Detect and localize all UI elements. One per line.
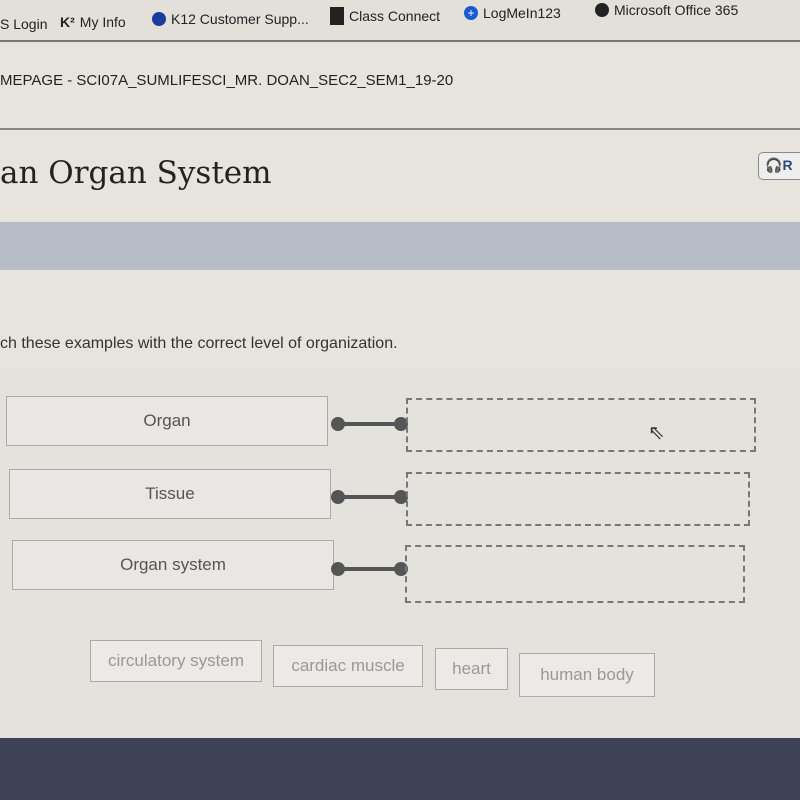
salesforce-cloud-icon xyxy=(152,12,166,26)
plus-circle-icon: + xyxy=(464,6,478,20)
drag-tile-human-body[interactable]: human body xyxy=(519,653,655,697)
drop-zone-organ[interactable] xyxy=(406,398,756,452)
instructions: ch these examples with the correct level… xyxy=(0,335,398,352)
read-aloud-button[interactable]: 🎧R xyxy=(758,152,800,180)
drag-tile-circulatory-system[interactable]: circulatory system xyxy=(90,640,262,682)
target-label-organ-system: Organ system xyxy=(12,540,334,590)
bookmark-label: LogMeIn123 xyxy=(483,5,561,21)
k12-logo-icon: K² xyxy=(60,14,75,30)
globe-icon xyxy=(595,3,609,17)
target-label-organ: Organ xyxy=(6,396,328,446)
drop-zone-tissue[interactable] xyxy=(406,472,750,526)
drop-zone-organ-system[interactable] xyxy=(405,545,745,603)
bookmark-login[interactable]: S Login xyxy=(0,16,47,32)
bookmark-label: Class Connect xyxy=(349,8,441,24)
bookmark-label: My Info xyxy=(79,14,126,30)
connector xyxy=(331,417,408,431)
drag-tile-heart[interactable]: heart xyxy=(435,648,508,690)
headphones-icon: 🎧 xyxy=(765,157,783,173)
bookmark-label: S Login xyxy=(0,16,48,32)
square-icon xyxy=(330,7,344,25)
bookmark-my-info[interactable]: K² My Info xyxy=(60,14,126,30)
divider xyxy=(0,128,800,130)
bookmark-logmein[interactable]: + LogMeIn123 xyxy=(464,5,561,21)
target-label-tissue: Tissue xyxy=(9,469,331,519)
breadcrumb[interactable]: MEPAGE - SCI07A_SUMLIFESCI_MR. DOAN_SEC2… xyxy=(0,72,453,89)
connector xyxy=(331,562,408,576)
bookmark-k12-support[interactable]: K12 Customer Supp... xyxy=(152,11,309,27)
bookmark-office365[interactable]: Microsoft Office 365 xyxy=(595,2,738,18)
bookmark-label: Microsoft Office 365 xyxy=(614,2,739,18)
connector xyxy=(331,490,408,504)
drag-tile-cardiac-muscle[interactable]: cardiac muscle xyxy=(273,645,423,687)
footer-bar xyxy=(0,738,800,800)
mouse-cursor-icon: ⇖ xyxy=(648,422,665,444)
bookmark-class-connect[interactable]: Class Connect xyxy=(330,7,440,25)
header-band xyxy=(0,222,800,270)
page-title: an Organ System xyxy=(0,155,272,191)
bookmark-label: K12 Customer Supp... xyxy=(171,11,309,27)
bookmarks-bar: S Login K² My Info K12 Customer Supp... C… xyxy=(0,0,800,42)
